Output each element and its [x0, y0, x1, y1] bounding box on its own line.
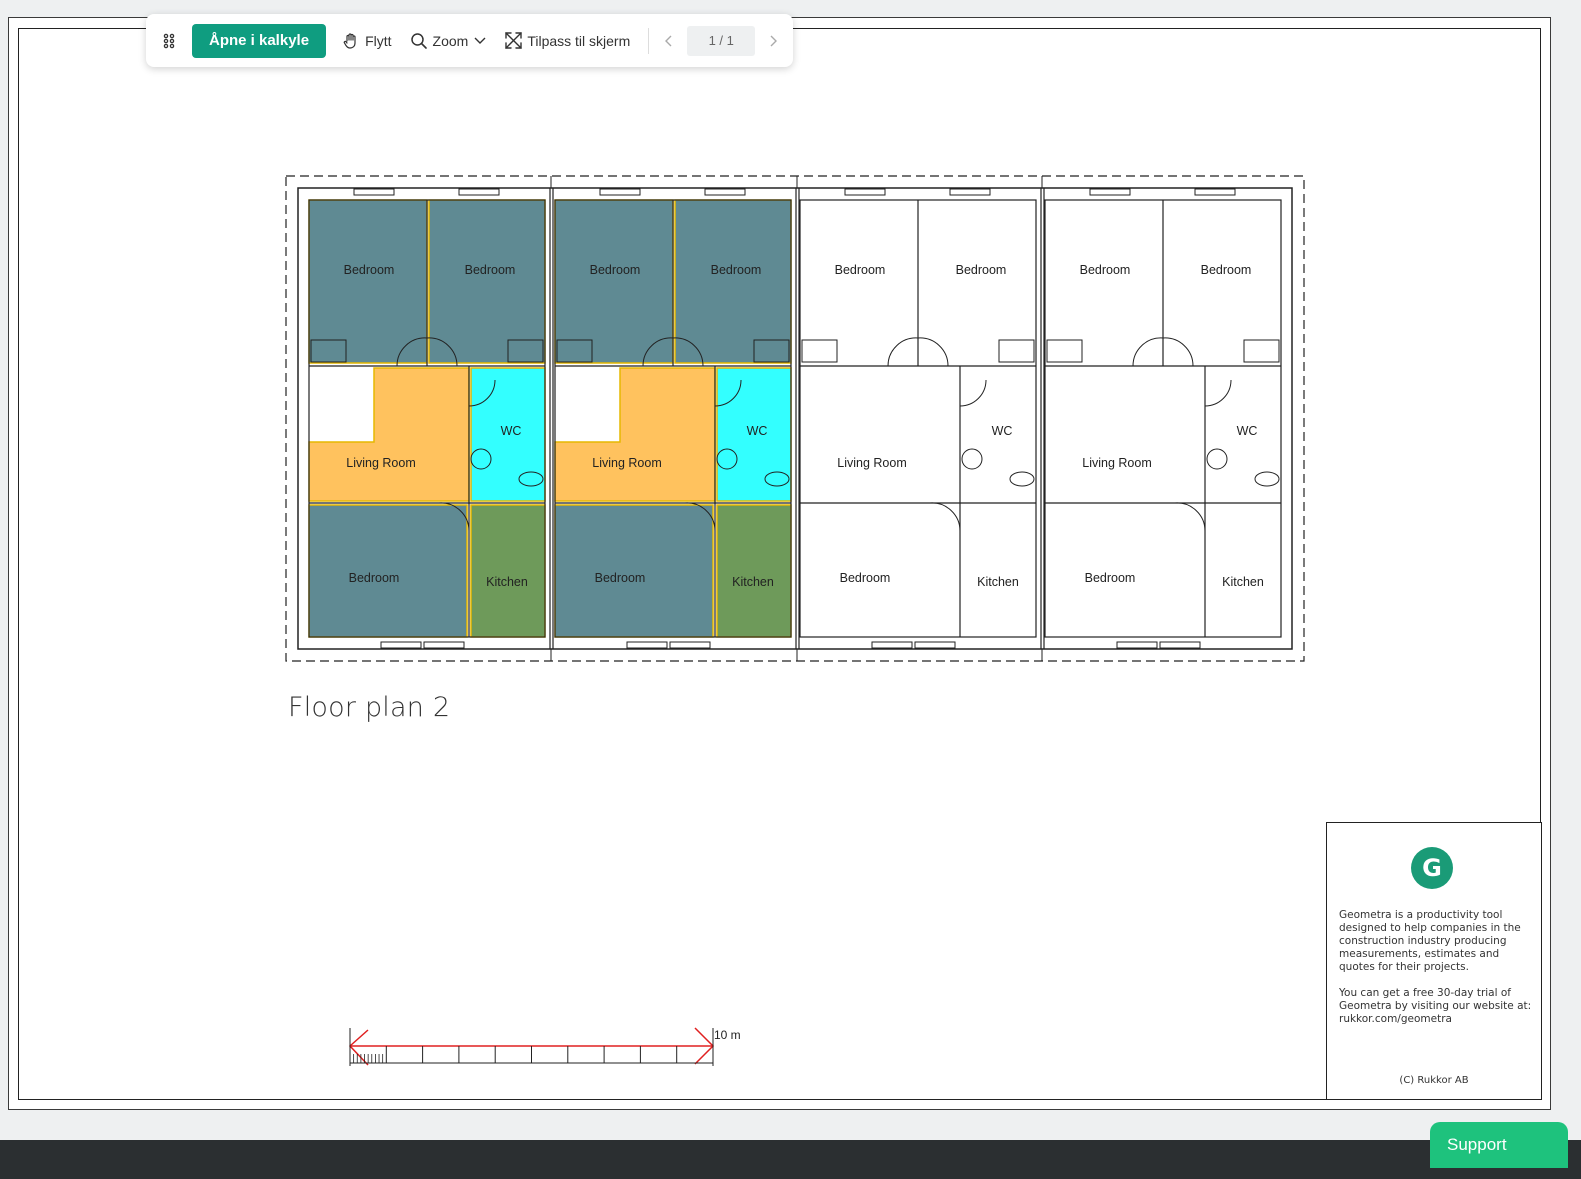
zoom-dropdown[interactable]: Zoom: [410, 32, 488, 50]
viewer-toolbar: Åpne i kalkyle Flytt Zoom Tilpass til sk…: [146, 14, 793, 67]
move-tool-button[interactable]: Flytt: [342, 32, 392, 50]
scale-arrow-left: [348, 1029, 369, 1066]
room-label-bedroom: Bedroom: [349, 571, 400, 585]
zoom-label: Zoom: [432, 32, 469, 49]
fit-label: Tilpass til skjerm: [527, 32, 631, 49]
window: [669, 641, 711, 649]
window: [914, 641, 956, 649]
door-swing: [1132, 337, 1164, 367]
room-label-bedroom: Bedroom: [1201, 263, 1252, 277]
window: [626, 641, 668, 649]
title-block-paragraph-2: You can get a free 30-day trial of Geome…: [1339, 987, 1532, 1025]
room-label-living-room: Living Room: [592, 456, 661, 470]
window: [871, 641, 913, 649]
toilet-fixture: [1254, 471, 1280, 487]
toolbar-divider: [648, 27, 650, 54]
door-swing: [917, 337, 949, 367]
room-label-bedroom: Bedroom: [956, 263, 1007, 277]
room-label-wc: WC: [501, 424, 522, 438]
room-label-bedroom: Bedroom: [1080, 263, 1131, 277]
support-button[interactable]: Support: [1430, 1122, 1568, 1168]
room-label-kitchen: Kitchen: [486, 575, 528, 589]
furniture: [1046, 339, 1083, 363]
window: [1194, 188, 1236, 196]
door-swing: [959, 379, 987, 407]
search-icon: [410, 32, 427, 49]
bedroom-area: [428, 199, 546, 364]
window: [1159, 641, 1201, 649]
apps-grid-icon[interactable]: [160, 31, 180, 51]
window: [458, 188, 500, 196]
toilet-fixture: [1009, 471, 1035, 487]
next-page-button[interactable]: [767, 34, 779, 48]
shower-fixture: [1206, 448, 1228, 470]
expand-icon: [505, 32, 523, 49]
window: [1089, 188, 1131, 196]
scale-label: 10 m: [714, 1028, 741, 1042]
title-block-paragraph-1: Geometra is a productivity tool designed…: [1339, 909, 1521, 973]
room-label-bedroom: Bedroom: [590, 263, 641, 277]
title-block-text: Geometra is a productivity tool designed…: [1339, 909, 1535, 1039]
room-label-wc: WC: [992, 424, 1013, 438]
bedroom-area: [554, 199, 674, 364]
living-room-area: [308, 367, 470, 502]
window: [1116, 641, 1158, 649]
chevron-left-icon: [665, 35, 672, 46]
room-label-wc: WC: [1237, 424, 1258, 438]
furniture: [1243, 339, 1280, 363]
room-label-living-room: Living Room: [1082, 456, 1151, 470]
page-indicator[interactable]: 1 / 1: [687, 25, 756, 56]
door-swing: [929, 502, 961, 532]
room-label-kitchen: Kitchen: [732, 575, 774, 589]
door-swing: [887, 337, 919, 367]
room-label-living-room: Living Room: [837, 456, 906, 470]
chevron-right-icon: [770, 35, 778, 46]
room-label-wc: WC: [747, 424, 768, 438]
open-in-estimate-button[interactable]: Åpne i kalkyle: [192, 23, 327, 58]
room-label-bedroom: Bedroom: [595, 571, 646, 585]
room-label-living-room: Living Room: [346, 456, 415, 470]
room-label-kitchen: Kitchen: [1222, 575, 1264, 589]
chevron-down-icon: [474, 37, 486, 44]
door-swing: [1174, 502, 1206, 532]
move-label: Flytt: [365, 32, 392, 49]
window: [704, 188, 746, 196]
room-label-bedroom: Bedroom: [840, 571, 891, 585]
previous-page-button[interactable]: [663, 34, 675, 48]
shower-fixture: [961, 448, 983, 470]
footer-bar: [0, 1140, 1581, 1179]
kitchen-area: [470, 504, 546, 638]
title-block: G Geometra is a productivity tool design…: [1326, 822, 1542, 1100]
door-swing: [1162, 337, 1194, 367]
hand-icon: [343, 32, 356, 49]
living-room-area: [554, 367, 716, 502]
kitchen-area: [716, 504, 792, 638]
room-label-bedroom: Bedroom: [835, 263, 886, 277]
room-label-bedroom: Bedroom: [711, 263, 762, 277]
window: [353, 188, 395, 196]
room-label-bedroom: Bedroom: [344, 263, 395, 277]
furniture: [801, 339, 838, 363]
room-label-kitchen: Kitchen: [977, 575, 1019, 589]
window: [844, 188, 886, 196]
window: [949, 188, 991, 196]
window: [599, 188, 641, 196]
furniture: [998, 339, 1035, 363]
fit-to-screen-button[interactable]: Tilpass til skjerm: [505, 32, 630, 49]
bedroom-area: [308, 199, 428, 364]
room-label-bedroom: Bedroom: [1085, 571, 1136, 585]
plan-title: Floor plan 2: [288, 692, 451, 723]
copyright-text: (C) Rukkor AB: [1399, 1075, 1469, 1086]
geometra-logo: G: [1411, 847, 1453, 889]
window: [423, 641, 465, 649]
bedroom-area: [674, 199, 792, 364]
window: [380, 641, 422, 649]
room-label-bedroom: Bedroom: [465, 263, 516, 277]
door-swing: [1204, 379, 1232, 407]
document-viewer[interactable]: Bedroom Bedroom Living Room WC Bedroom Kitche…: [0, 0, 1568, 1136]
